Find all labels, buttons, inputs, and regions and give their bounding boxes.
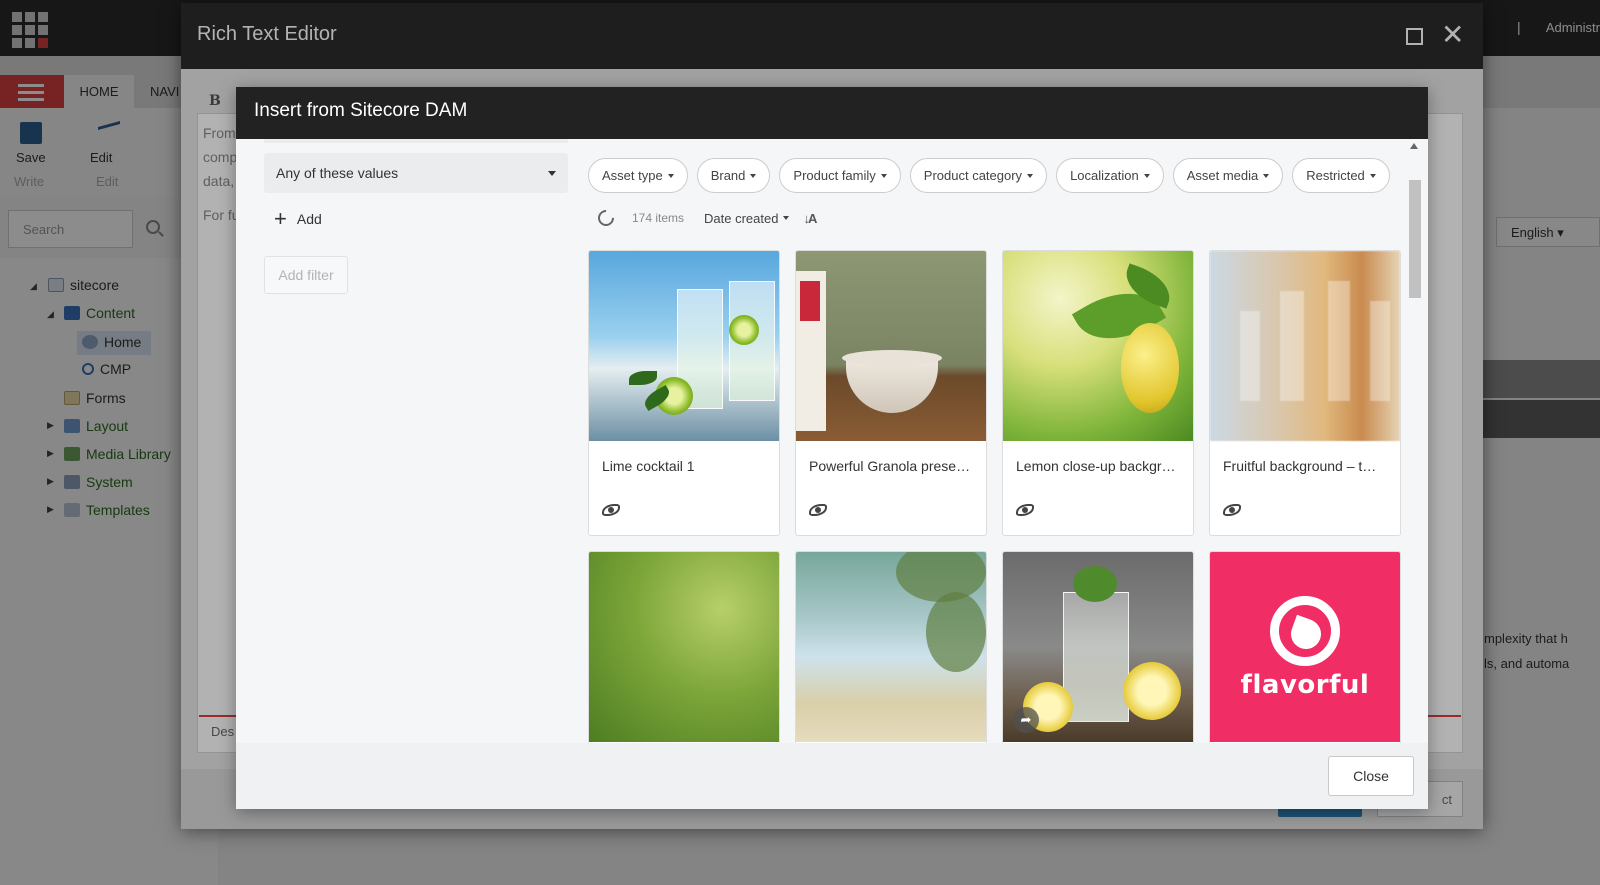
asset-card[interactable] <box>588 551 780 751</box>
preview-eye-icon[interactable] <box>1223 504 1241 516</box>
caret-down-icon <box>1027 173 1034 178</box>
asset-card[interactable]: Fruitful background – t… <box>1209 250 1401 536</box>
preview-eye-icon[interactable] <box>602 504 620 516</box>
asset-name: Powerful Granola prese… <box>809 458 971 474</box>
caret-down-icon <box>783 216 790 220</box>
refresh-icon[interactable] <box>594 206 618 230</box>
asset-thumbnail[interactable] <box>796 552 986 742</box>
asset-card[interactable]: Powerful Granola prese… <box>795 250 987 536</box>
items-count: 174 items <box>632 211 685 225</box>
close-button[interactable]: Close <box>1328 756 1414 796</box>
filter-panel-edge <box>264 139 568 143</box>
asset-name: Fruitful background – t… <box>1223 458 1377 474</box>
flavorful-logo-icon <box>1270 596 1340 666</box>
scrollbar-thumb[interactable] <box>1409 180 1421 298</box>
filter-product-family[interactable]: Product family <box>779 158 901 193</box>
asset-name: Lime cocktail 1 <box>602 458 695 474</box>
filter-operator-select[interactable]: Any of these values <box>264 153 568 193</box>
filter-brand[interactable]: Brand <box>696 158 771 193</box>
caret-down-icon <box>1369 173 1376 178</box>
asset-card[interactable] <box>795 551 987 751</box>
caret-down-icon <box>667 173 674 178</box>
filter-restricted[interactable]: Restricted <box>1292 158 1390 193</box>
filter-chips: Asset type Brand Product family Product … <box>588 158 1390 193</box>
preview-eye-icon[interactable] <box>1016 504 1034 516</box>
logo-wordmark: flavorful <box>1240 670 1370 700</box>
asset-thumbnail[interactable] <box>796 251 986 441</box>
dam-title: Insert from Sitecore DAM <box>254 100 468 121</box>
add-filter-button[interactable]: Add filter <box>264 256 348 294</box>
asset-browser: Asset type Brand Product family Product … <box>588 139 1406 751</box>
asset-card[interactable]: Lime cocktail 1 <box>588 250 780 536</box>
filter-product-category[interactable]: Product category <box>909 158 1048 193</box>
sort-field-select[interactable]: Date created <box>704 211 790 226</box>
filter-localization[interactable]: Localization <box>1056 158 1164 193</box>
asset-thumbnail[interactable] <box>1210 251 1400 441</box>
filter-asset-type[interactable]: Asset type <box>588 158 688 193</box>
asset-card[interactable]: flavorful <box>1209 551 1401 751</box>
caret-down-icon <box>750 173 757 178</box>
dam-footer <box>236 743 1428 809</box>
asset-grid: Lime cocktail 1 Powerful Granola prese… … <box>588 250 1401 751</box>
caret-down-icon <box>1263 173 1270 178</box>
filter-asset-media[interactable]: Asset media <box>1172 158 1284 193</box>
results-toolbar: 174 items Date created ↓A <box>594 206 817 230</box>
asset-card[interactable]: Lemon close-up backgr… <box>1002 250 1194 536</box>
asset-thumbnail[interactable]: flavorful <box>1210 552 1400 742</box>
scroll-up-arrow-icon[interactable] <box>1410 143 1418 149</box>
share-icon[interactable]: ➦ <box>1013 707 1039 733</box>
asset-thumbnail[interactable] <box>589 552 779 742</box>
asset-name: Lemon close-up backgr… <box>1016 458 1176 474</box>
asset-card[interactable]: ➦ <box>1002 551 1194 751</box>
sort-direction-icon[interactable]: ↓A <box>803 211 817 226</box>
preview-eye-icon[interactable] <box>809 504 827 516</box>
asset-thumbnail[interactable] <box>1003 251 1193 441</box>
caret-down-icon <box>548 171 556 176</box>
caret-down-icon <box>880 173 887 178</box>
dam-header: Insert from Sitecore DAM <box>236 87 1428 139</box>
add-value-button[interactable]: + Add <box>274 206 322 231</box>
caret-down-icon <box>1143 173 1150 178</box>
asset-thumbnail[interactable] <box>589 251 779 441</box>
plus-icon: + <box>274 206 287 231</box>
dam-dialog: Insert from Sitecore DAM Any of these va… <box>236 87 1428 809</box>
asset-thumbnail[interactable]: ➦ <box>1003 552 1193 742</box>
